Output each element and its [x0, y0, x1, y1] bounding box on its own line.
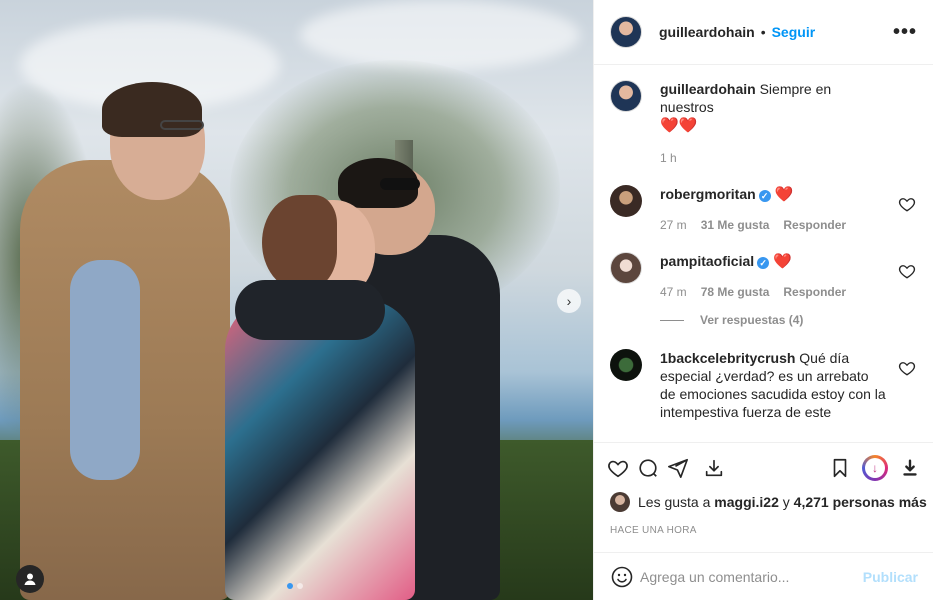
- download-tray-button[interactable]: [702, 456, 726, 480]
- share-button[interactable]: [666, 456, 690, 480]
- comment-time[interactable]: 27 m: [660, 216, 687, 234]
- follow-button[interactable]: Seguir: [772, 24, 816, 40]
- heart-outline-icon: [898, 362, 916, 376]
- comment-icon: [639, 458, 657, 477]
- add-comment-bar: Publicar: [594, 552, 933, 600]
- reply-button[interactable]: Responder: [783, 283, 846, 301]
- like-button[interactable]: [606, 456, 630, 480]
- verified-badge-icon: ✓: [757, 257, 770, 269]
- user-tag-button[interactable]: [16, 565, 44, 593]
- paper-plane-icon: [668, 458, 688, 478]
- download-arrow-icon: [903, 458, 917, 476]
- save-button[interactable]: [828, 456, 852, 480]
- comment-likes-count[interactable]: 31 Me gusta: [701, 216, 770, 234]
- post-header: guilleardohain • Seguir •••: [594, 0, 933, 65]
- download-tray-icon: [705, 459, 723, 476]
- comment-username[interactable]: 1backcelebritycrush: [660, 350, 795, 366]
- comment-button[interactable]: [636, 456, 660, 480]
- commenter-avatar[interactable]: [610, 252, 642, 284]
- caption-time[interactable]: 1 h: [660, 149, 677, 167]
- caption: guilleardohain Siempre en nuestros ❤️❤️ …: [610, 80, 918, 167]
- comment-item: robergmoritan ✓ ❤️ 27 m 31 Me gusta Respo…: [610, 185, 918, 234]
- author-avatar[interactable]: [610, 16, 642, 48]
- comment-likes-count[interactable]: 78 Me gusta: [701, 283, 770, 301]
- comment-username[interactable]: pampitaoficial: [660, 253, 754, 269]
- carousel-dot-active: [287, 583, 293, 589]
- heart-outline-icon: [898, 198, 916, 212]
- chevron-right-icon: ›: [566, 293, 572, 309]
- download-button[interactable]: [898, 456, 922, 480]
- separator-dot: •: [760, 24, 766, 40]
- comment-like-button[interactable]: [898, 262, 918, 282]
- comment-like-button[interactable]: [898, 195, 918, 215]
- comment-item: pampitaoficial ✓ ❤️ 47 m 78 Me gusta Resp…: [610, 252, 918, 301]
- user-tag-icon: [24, 573, 36, 585]
- verified-badge-icon: ✓: [758, 190, 771, 202]
- comment-input[interactable]: [640, 568, 863, 585]
- person-center: [225, 300, 415, 600]
- carousel-next-button[interactable]: ›: [557, 289, 581, 313]
- liker-username[interactable]: maggi.i22: [714, 494, 779, 510]
- post-side-panel: guilleardohain • Seguir ••• guilleardoha…: [593, 0, 933, 600]
- commenter-avatar[interactable]: [610, 185, 642, 217]
- replies-divider: [660, 319, 684, 321]
- more-options-icon[interactable]: •••: [893, 22, 917, 42]
- reply-button[interactable]: Responder: [783, 216, 846, 234]
- download-badge-icon: ↓: [865, 457, 885, 478]
- caption-avatar[interactable]: [610, 80, 642, 112]
- heart-outline-icon: [898, 265, 916, 279]
- post-photo[interactable]: ›: [0, 0, 593, 600]
- author-username[interactable]: guilleardohain: [659, 24, 755, 40]
- instagram-downloader-button[interactable]: ↓: [862, 454, 888, 481]
- publish-button[interactable]: Publicar: [863, 569, 918, 585]
- comments-list[interactable]: guilleardohain Siempre en nuestros ❤️❤️ …: [594, 66, 933, 441]
- bookmark-icon: [833, 458, 847, 477]
- comment-text: ❤️: [773, 253, 792, 270]
- heart-icon: [608, 460, 628, 477]
- caption-emoji: ❤️❤️: [660, 117, 698, 134]
- comment-time[interactable]: 47 m: [660, 283, 687, 301]
- comment-text: ❤️: [774, 186, 794, 203]
- carousel-dot: [297, 583, 303, 589]
- view-replies-button[interactable]: Ver respuestas (4): [660, 313, 918, 327]
- post-timestamp[interactable]: HACE UNA HORA: [610, 525, 697, 536]
- liker-avatar[interactable]: [610, 492, 630, 512]
- commenter-avatar[interactable]: [610, 349, 642, 381]
- likes-summary: Les gusta a maggi.i22 y 4,271 personas m…: [610, 492, 927, 512]
- likes-joiner: y: [782, 494, 790, 510]
- comment-like-button[interactable]: [898, 359, 918, 379]
- post-actions-bar: ↓: [594, 442, 933, 486]
- caption-username[interactable]: guilleardohain: [660, 81, 756, 97]
- likes-prefix: Les gusta a: [638, 494, 711, 510]
- view-replies-label: Ver respuestas (4): [700, 313, 804, 327]
- comment-username[interactable]: robergmoritan: [660, 186, 756, 202]
- comment-item: 1backcelebritycrush Qué día especial ¿ve…: [610, 349, 918, 421]
- likes-others-count[interactable]: 4,271 personas más: [794, 494, 927, 510]
- emoji-icon[interactable]: [610, 565, 634, 589]
- carousel-indicator: [287, 583, 303, 589]
